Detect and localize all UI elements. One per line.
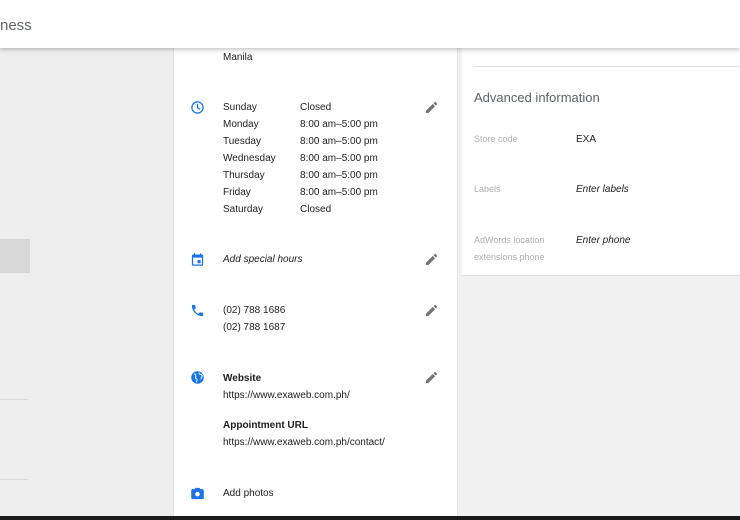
labels-label: Labels [474, 184, 501, 194]
phone-primary: (02) 788 1686 [223, 305, 286, 316]
appointment-title: Appointment URL [223, 420, 308, 431]
hours-time: 8:00 am–5:00 pm [300, 119, 378, 130]
search-query[interactable]: ness [0, 17, 32, 34]
adwords-phone-label-2: extensions phone [474, 252, 545, 262]
website-title: Website [223, 373, 262, 384]
store-code-value[interactable]: EXA [576, 134, 596, 145]
edit-website-icon[interactable] [424, 370, 439, 385]
address-city: Manila [223, 52, 253, 63]
card-divider [474, 66, 740, 67]
store-code-label: Store code [474, 134, 518, 144]
add-photos-link[interactable]: Add photos [223, 487, 274, 501]
search-bar[interactable]: ness [0, 0, 740, 48]
edit-phone-icon[interactable] [424, 303, 439, 318]
adwords-phone-label: AdWords location [474, 235, 545, 245]
nav-item-selected[interactable] [0, 239, 30, 273]
hours-day: Thursday [223, 170, 265, 181]
hours-day: Wednesday [223, 153, 276, 164]
hours-day: Saturday [223, 204, 264, 215]
hours-time: 8:00 am–5:00 pm [300, 170, 378, 181]
phone-secondary: (02) 788 1687 [223, 322, 286, 333]
adwords-phone-input[interactable]: Enter phone [576, 235, 631, 246]
globe-icon [191, 371, 204, 384]
hours-day: Sunday [223, 102, 257, 113]
clock-icon [191, 101, 204, 114]
left-navigation [0, 48, 157, 516]
labels-input[interactable]: Enter labels [576, 184, 629, 195]
bottom-edge [0, 516, 740, 520]
nav-divider [0, 479, 28, 480]
appointment-url[interactable]: https://www.exaweb.com.ph/contact/ [223, 436, 385, 450]
hours-time: 8:00 am–5:00 pm [300, 153, 378, 164]
hours-day: Monday [223, 119, 259, 130]
edit-special-hours-icon[interactable] [424, 252, 439, 267]
hours-time: 8:00 am–5:00 pm [300, 136, 378, 147]
calendar-icon [191, 253, 204, 266]
phone-icon [191, 304, 204, 317]
hours-time: Closed [300, 102, 332, 113]
hours-time: Closed [300, 204, 332, 215]
edit-hours-icon[interactable] [424, 100, 439, 115]
hours-day: Friday [223, 187, 251, 198]
hours-day: Tuesday [223, 136, 261, 147]
hours-time: 8:00 am–5:00 pm [300, 187, 378, 198]
camera-icon [191, 487, 204, 500]
nav-divider [0, 399, 28, 400]
website-url[interactable]: https://www.exaweb.com.ph/ [223, 389, 350, 403]
add-special-hours-link[interactable]: Add special hours [223, 253, 303, 267]
advanced-info-title: Advanced information [474, 90, 600, 105]
